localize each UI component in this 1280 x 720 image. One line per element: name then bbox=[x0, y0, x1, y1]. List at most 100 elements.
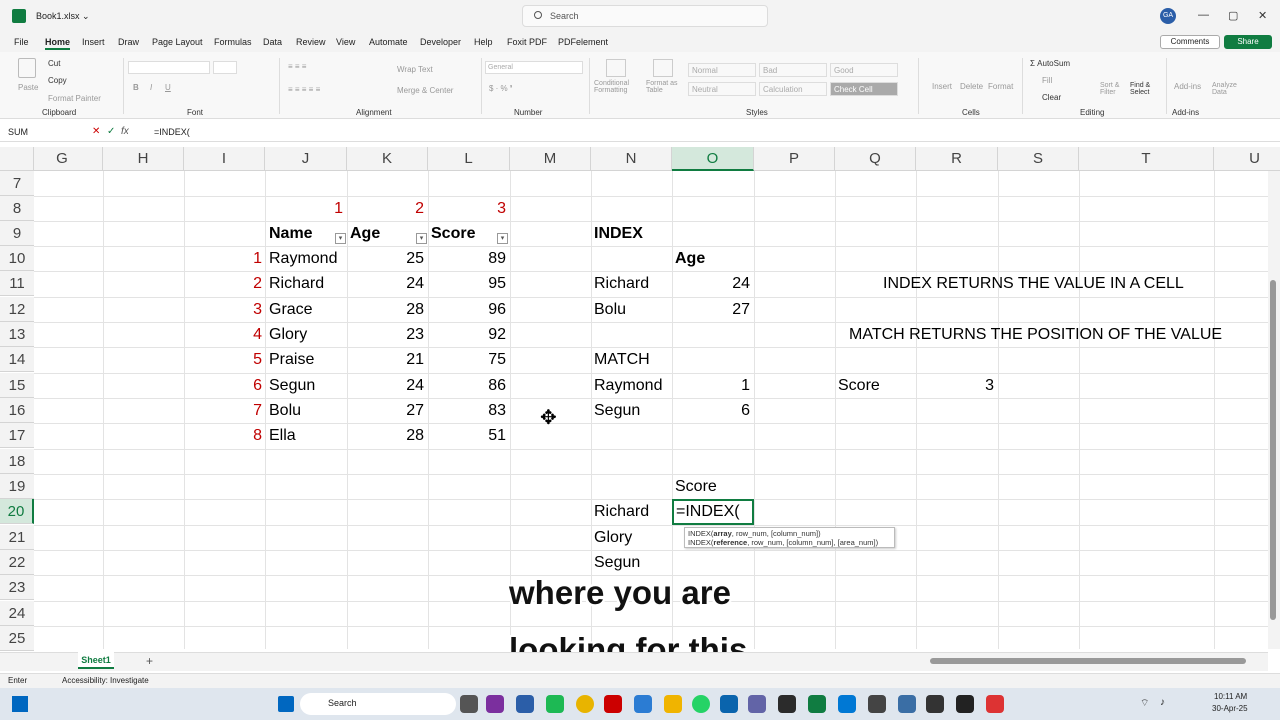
match-value-cell[interactable]: 6 bbox=[672, 398, 750, 423]
fill-button[interactable]: Fill bbox=[1042, 76, 1052, 85]
row-number-cell[interactable]: 3 bbox=[184, 297, 262, 322]
col-header-H[interactable]: H bbox=[103, 147, 184, 171]
recorder-icon[interactable] bbox=[986, 695, 1004, 713]
comments-button[interactable]: Comments bbox=[1160, 35, 1220, 49]
match-name-cell[interactable]: Segun bbox=[594, 398, 640, 423]
row-header-21[interactable]: 21 bbox=[0, 525, 34, 550]
start-icon[interactable] bbox=[278, 696, 294, 712]
menu-insert[interactable]: Insert bbox=[82, 37, 105, 47]
col-header-R[interactable]: R bbox=[916, 147, 998, 171]
style-check-cell[interactable]: Check Cell bbox=[830, 82, 898, 96]
menu-foxit-pdf[interactable]: Foxit PDF bbox=[507, 37, 547, 47]
align-left-icon[interactable]: ≡ ≡ ≡ ≡ ≡ bbox=[288, 85, 320, 94]
col-header-T[interactable]: T bbox=[1079, 147, 1214, 171]
match-title-cell[interactable]: MATCH bbox=[594, 347, 650, 372]
number-format-select[interactable]: General bbox=[485, 61, 583, 74]
tooltip-line-array[interactable]: INDEX(array, row_num, [column_num]) bbox=[688, 529, 891, 538]
col-header-N[interactable]: N bbox=[591, 147, 672, 171]
match-note-cell[interactable]: MATCH RETURNS THE POSITION OF THE VALUE bbox=[849, 322, 1222, 347]
row-header-25[interactable]: 25 bbox=[0, 626, 34, 651]
filter-dropdown-icon[interactable]: ▾ bbox=[335, 233, 346, 244]
autosum-button[interactable]: Σ AutoSum bbox=[1030, 59, 1070, 68]
filter-dropdown-icon[interactable]: ▾ bbox=[416, 233, 427, 244]
wrap-text-button[interactable]: Wrap Text bbox=[397, 65, 433, 74]
score-cell[interactable]: 51 bbox=[428, 423, 506, 448]
format-cells-button[interactable]: Format bbox=[988, 82, 1013, 91]
index-age-header-cell[interactable]: Age bbox=[675, 246, 705, 271]
col-header-U[interactable]: U bbox=[1214, 147, 1268, 171]
whatsapp-icon[interactable] bbox=[692, 695, 710, 713]
lookup-name-cell[interactable]: Glory bbox=[594, 525, 632, 550]
name-cell[interactable]: Richard bbox=[269, 271, 324, 296]
col-header-I[interactable]: I bbox=[184, 147, 265, 171]
row-number-cell[interactable]: 7 bbox=[184, 398, 262, 423]
index-name-cell[interactable]: Bolu bbox=[594, 297, 626, 322]
menu-pdfelement[interactable]: PDFelement bbox=[558, 37, 608, 47]
match-value-cell[interactable]: 1 bbox=[672, 373, 750, 398]
menu-file[interactable]: File bbox=[14, 37, 29, 47]
row-header-20[interactable]: 20 bbox=[0, 499, 34, 524]
match-name-cell[interactable]: Raymond bbox=[594, 373, 662, 398]
row-header-24[interactable]: 24 bbox=[0, 601, 34, 626]
score-value-cell[interactable]: 3 bbox=[916, 373, 994, 398]
col-header-M[interactable]: M bbox=[510, 147, 591, 171]
menu-automate[interactable]: Automate bbox=[369, 37, 408, 47]
row-header-16[interactable]: 16 bbox=[0, 398, 34, 423]
bold-icon[interactable]: B bbox=[133, 83, 139, 92]
teams-icon[interactable] bbox=[748, 695, 766, 713]
col-number-cell[interactable]: 3 bbox=[428, 196, 506, 221]
avatar[interactable]: GA bbox=[1160, 8, 1176, 24]
row-header-13[interactable]: 13 bbox=[0, 322, 34, 347]
row-header-23[interactable]: 23 bbox=[0, 575, 34, 600]
col-header-L[interactable]: L bbox=[428, 147, 510, 171]
tooltip-line-reference[interactable]: INDEX(reference, row_num, [column_num], … bbox=[688, 538, 891, 547]
menu-draw[interactable]: Draw bbox=[118, 37, 139, 47]
find-select-button[interactable]: Find & Select bbox=[1130, 82, 1160, 96]
font-name-select[interactable] bbox=[128, 61, 210, 74]
conditional-formatting-icon[interactable] bbox=[606, 59, 626, 77]
todo-icon[interactable] bbox=[634, 695, 652, 713]
paste-label[interactable]: Paste bbox=[18, 83, 38, 92]
menu-page-layout[interactable]: Page Layout bbox=[152, 37, 203, 47]
app-icon[interactable] bbox=[778, 695, 796, 713]
share-button[interactable]: Share bbox=[1224, 35, 1272, 49]
col-header-Q[interactable]: Q bbox=[835, 147, 916, 171]
app-icon[interactable] bbox=[868, 695, 886, 713]
style-bad[interactable]: Bad bbox=[759, 63, 827, 77]
row-header-15[interactable]: 15 bbox=[0, 373, 34, 398]
excel-taskbar-icon[interactable] bbox=[808, 695, 826, 713]
age-cell[interactable]: 23 bbox=[347, 322, 424, 347]
italic-icon[interactable]: I bbox=[150, 83, 152, 92]
windows-start-icon[interactable] bbox=[12, 696, 28, 712]
task-view-icon[interactable] bbox=[460, 695, 478, 713]
index-title-cell[interactable]: INDEX bbox=[594, 221, 643, 246]
acrobat-icon[interactable] bbox=[604, 695, 622, 713]
header-age-cell[interactable]: Age bbox=[350, 221, 380, 246]
sheet-tab[interactable]: Sheet1 bbox=[78, 652, 114, 669]
menu-view[interactable]: View bbox=[336, 37, 355, 47]
row-header-12[interactable]: 12 bbox=[0, 297, 34, 322]
score-cell[interactable]: 89 bbox=[428, 246, 506, 271]
accessibility-checker[interactable]: Accessibility: Investigate bbox=[62, 676, 149, 685]
add-sheet-icon[interactable]: + bbox=[146, 654, 153, 668]
menu-formulas[interactable]: Formulas bbox=[214, 37, 252, 47]
conditional-formatting-button[interactable]: Conditional Formatting bbox=[594, 80, 644, 94]
name-cell[interactable]: Glory bbox=[269, 322, 307, 347]
lookup-score-header-cell[interactable]: Score bbox=[675, 474, 717, 499]
row-header-17[interactable]: 17 bbox=[0, 423, 34, 448]
index-note-cell[interactable]: INDEX RETURNS THE VALUE IN A CELL bbox=[883, 271, 1184, 296]
underline-icon[interactable]: U bbox=[165, 83, 171, 92]
row-header-8[interactable]: 8 bbox=[0, 196, 34, 221]
style-calculation[interactable]: Calculation bbox=[759, 82, 827, 96]
format-as-table-icon[interactable] bbox=[653, 59, 673, 77]
app-icon[interactable] bbox=[926, 695, 944, 713]
style-good[interactable]: Good bbox=[830, 63, 898, 77]
style-normal[interactable]: Normal bbox=[688, 63, 756, 77]
paste-icon[interactable] bbox=[18, 58, 36, 78]
menu-review[interactable]: Review bbox=[296, 37, 326, 47]
row-header-19[interactable]: 19 bbox=[0, 474, 34, 499]
name-cell[interactable]: Grace bbox=[269, 297, 313, 322]
row-number-cell[interactable]: 4 bbox=[184, 322, 262, 347]
volume-icon[interactable]: ♪ bbox=[1160, 697, 1165, 708]
cancel-icon[interactable]: ✕ bbox=[92, 126, 100, 137]
